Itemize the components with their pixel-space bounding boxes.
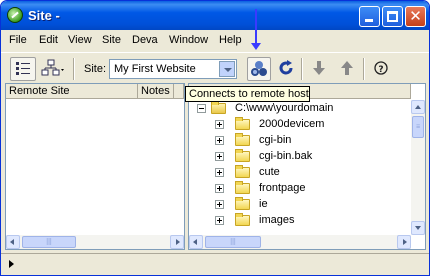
remote-site-pane[interactable]: Remote Site Notes |||: [5, 83, 185, 250]
menu-help[interactable]: Help: [219, 34, 242, 46]
toolbar: Site: My First Website ?: [1, 52, 429, 84]
svg-text:?: ?: [378, 65, 383, 75]
folder-icon: [235, 133, 250, 146]
tree-item[interactable]: cgi-bin.bak: [189, 148, 411, 164]
folder-icon: [235, 149, 250, 162]
tree-root[interactable]: C:\www\yourdomain: [189, 100, 411, 116]
grip-icon: |||: [230, 238, 236, 246]
menu-view[interactable]: View: [68, 34, 92, 46]
folder-icon: [235, 197, 250, 210]
folder-label: cgi-bin.bak: [259, 150, 313, 162]
site-window: Site - ✕ File Edit View Site Deva Window…: [0, 0, 430, 276]
folder-label: cute: [259, 166, 280, 178]
scrollbar-thumb[interactable]: ≡: [412, 116, 424, 138]
scroll-down-icon[interactable]: [411, 221, 425, 235]
scrollbar-thumb[interactable]: |||: [22, 236, 76, 248]
scroll-left-icon[interactable]: [189, 235, 203, 249]
help-icon: ?: [374, 61, 388, 75]
vertical-scrollbar[interactable]: ≡: [411, 100, 425, 235]
expand-icon[interactable]: [215, 152, 224, 161]
toolbar-separator: [73, 58, 75, 80]
folder-label: frontpage: [259, 182, 306, 194]
menu-bar: File Edit View Site Deva Window Help: [1, 30, 429, 50]
tree-item[interactable]: ie: [189, 196, 411, 212]
folder-label: 2000devicem: [259, 118, 325, 130]
expand-icon[interactable]: [215, 200, 224, 209]
connect-icon: [251, 61, 267, 76]
chevron-down-icon[interactable]: [219, 61, 235, 77]
toolbar-separator: [363, 58, 365, 80]
grip-icon: |||: [46, 238, 52, 246]
local-folder-pane[interactable]: C:\www\yourdomain 2000devicem cgi-bin cg…: [188, 83, 426, 250]
get-button[interactable]: [309, 57, 329, 81]
dreamweaver-app-icon: [7, 7, 23, 23]
tree-item[interactable]: frontpage: [189, 180, 411, 196]
tree-item[interactable]: images: [189, 212, 411, 228]
menu-deva[interactable]: Deva: [132, 34, 158, 46]
folder-icon: [235, 117, 250, 130]
site-select[interactable]: My First Website: [109, 59, 237, 79]
scrollbar-thumb[interactable]: |||: [205, 236, 261, 248]
expand-panel-arrow-icon[interactable]: [9, 260, 14, 268]
folder-label: ie: [259, 198, 268, 210]
site-map-icon: [41, 59, 64, 76]
menu-edit[interactable]: Edit: [39, 34, 58, 46]
title-bar[interactable]: Site - ✕: [1, 1, 429, 30]
site-select-value: My First Website: [114, 63, 196, 75]
expand-icon[interactable]: [215, 136, 224, 145]
expand-icon[interactable]: [215, 168, 224, 177]
scroll-right-icon[interactable]: [397, 235, 411, 249]
connect-tooltip: Connects to remote host: [185, 86, 310, 102]
minimize-icon: [365, 19, 373, 22]
root-folder-label: C:\www\yourdomain: [235, 102, 334, 114]
site-label: Site:: [84, 63, 107, 75]
expand-icon[interactable]: [215, 184, 224, 193]
tree-item[interactable]: cute: [189, 164, 411, 180]
horizontal-scrollbar[interactable]: |||: [189, 235, 411, 249]
status-bar: [1, 253, 429, 275]
site-files-button[interactable]: [10, 57, 36, 81]
minimize-button[interactable]: [359, 6, 380, 27]
menu-window[interactable]: Window: [169, 34, 208, 46]
put-button[interactable]: [337, 57, 357, 81]
menu-file[interactable]: File: [9, 34, 27, 46]
horizontal-scrollbar[interactable]: |||: [6, 235, 184, 249]
refresh-button[interactable]: [275, 57, 297, 81]
expand-icon[interactable]: [215, 120, 224, 129]
site-files-icon: [16, 62, 30, 75]
close-button[interactable]: ✕: [405, 6, 426, 27]
site-map-button[interactable]: [39, 57, 67, 81]
column-header-notes[interactable]: Notes: [138, 84, 174, 99]
close-icon: ✕: [409, 7, 422, 25]
collapse-icon[interactable]: [197, 104, 206, 113]
refresh-icon: [279, 60, 293, 75]
maximize-button[interactable]: [382, 6, 403, 27]
folder-icon: [235, 165, 250, 178]
annotation-arrow: [251, 9, 261, 50]
get-down-arrow-icon: [313, 61, 325, 75]
tree-item[interactable]: cgi-bin: [189, 132, 411, 148]
scroll-left-icon[interactable]: [6, 235, 20, 249]
grip-icon: ≡: [415, 123, 421, 131]
column-header-filler: [174, 84, 184, 99]
menu-site[interactable]: Site: [102, 34, 121, 46]
put-up-arrow-icon: [341, 61, 353, 75]
folder-icon: [235, 213, 250, 226]
column-header-remote-site[interactable]: Remote Site: [6, 84, 138, 99]
folder-label: images: [259, 214, 295, 226]
maximize-icon: [387, 11, 398, 22]
tree-item[interactable]: 2000devicem: [189, 116, 411, 132]
toolbar-separator: [301, 58, 303, 80]
folder-label: cgi-bin: [259, 134, 292, 146]
help-button[interactable]: ?: [371, 57, 391, 81]
expand-icon[interactable]: [215, 216, 224, 225]
scroll-up-icon[interactable]: [411, 100, 425, 114]
folder-icon: [235, 181, 250, 194]
connect-button[interactable]: [247, 57, 271, 81]
scroll-right-icon[interactable]: [170, 235, 184, 249]
open-folder-icon: [211, 101, 226, 114]
window-title: Site -: [28, 8, 60, 23]
